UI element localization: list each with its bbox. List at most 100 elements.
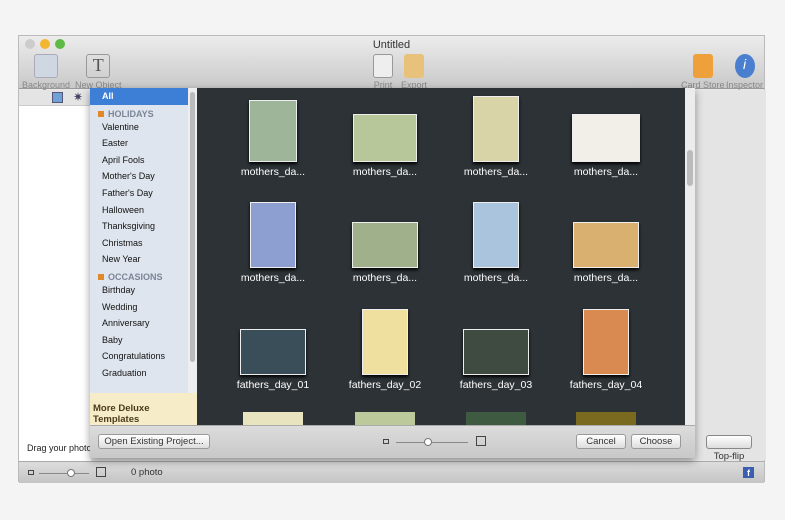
slider-knob[interactable] <box>67 469 75 477</box>
drag-hint: Drag your photos <box>27 443 97 453</box>
category-all[interactable]: All <box>90 88 188 105</box>
category-scrollbar[interactable] <box>188 88 197 393</box>
photo-panel: ✷ <box>19 90 91 462</box>
photo-count: 0 photo <box>131 467 163 478</box>
category-list: All HOLIDAYS Valentine Easter April Fools M… <box>90 88 188 425</box>
category-item[interactable]: Baby <box>90 332 188 349</box>
template-thumbnail[interactable] <box>576 412 636 425</box>
template-label: mothers_da... <box>240 166 306 178</box>
template-card[interactable]: fathers_day_04 <box>551 305 661 391</box>
large-thumb-icon <box>476 436 486 446</box>
category-item[interactable]: Congratulations <box>90 348 188 365</box>
template-thumbnail[interactable] <box>466 412 526 425</box>
template-card[interactable]: mothers_da... <box>330 198 440 284</box>
template-label: mothers_da... <box>240 272 306 284</box>
template-card[interactable]: mothers_da... <box>551 198 661 284</box>
template-label: fathers_day_04 <box>569 379 643 391</box>
window-title: Untitled <box>372 39 411 51</box>
background-label: Background <box>22 80 71 90</box>
template-card[interactable]: fathers_day_03 <box>441 305 551 391</box>
facebook-icon[interactable]: f <box>743 467 754 478</box>
template-chooser-sheet: All HOLIDAYS Valentine Easter April Fools M… <box>90 88 695 458</box>
print-button[interactable]: Print <box>373 54 393 90</box>
template-thumbnail <box>353 114 417 162</box>
category-item[interactable]: New Year <box>90 251 188 268</box>
sheet-footer: Open Existing Project... Cancel Choose <box>90 425 695 458</box>
template-label: mothers_da... <box>463 166 529 178</box>
template-size-slider[interactable] <box>396 442 468 443</box>
more-deluxe-templates[interactable]: More Deluxe Templates <box>90 393 197 425</box>
large-thumb-icon <box>96 467 106 477</box>
occasions-header: OCCASIONS <box>90 272 188 282</box>
category-item[interactable]: Father's Day <box>90 185 188 202</box>
background-icon <box>34 54 59 78</box>
template-thumbnail <box>249 100 297 162</box>
template-thumbnail[interactable] <box>243 412 303 425</box>
template-label: mothers_da... <box>463 272 529 284</box>
inspector-label: Inspector <box>726 80 764 90</box>
template-card[interactable]: mothers_da... <box>218 198 328 284</box>
template-card[interactable]: mothers_da... <box>551 92 661 178</box>
template-label: mothers_da... <box>573 272 639 284</box>
template-label: fathers_day_03 <box>459 379 533 391</box>
inspector-button[interactable]: i Inspector <box>726 54 763 90</box>
template-card[interactable]: fathers_day_02 <box>330 305 440 391</box>
grid-scrollbar[interactable] <box>685 88 695 425</box>
small-thumb-icon <box>28 470 34 475</box>
small-thumb-icon <box>383 439 389 444</box>
choose-button[interactable]: Choose <box>631 434 681 449</box>
template-card[interactable]: fathers_day_01 <box>218 305 328 391</box>
template-label: mothers_da... <box>352 166 418 178</box>
template-thumbnail <box>250 202 296 268</box>
gear-icon[interactable]: ✷ <box>73 90 83 104</box>
category-item[interactable]: Anniversary <box>90 315 188 332</box>
template-card[interactable]: mothers_da... <box>218 92 328 178</box>
template-card[interactable]: mothers_da... <box>441 198 551 284</box>
category-item[interactable]: Mother's Day <box>90 168 188 185</box>
open-existing-project-button[interactable]: Open Existing Project... <box>98 434 210 449</box>
slider-knob[interactable] <box>424 438 432 446</box>
title-toolbar: Untitled Background T New Object Print Ex… <box>19 36 764 90</box>
template-label: mothers_da... <box>573 166 639 178</box>
category-item[interactable]: Halloween <box>90 202 188 219</box>
printer-icon <box>373 54 393 78</box>
template-card[interactable]: mothers_da... <box>441 92 551 178</box>
photo-icon[interactable] <box>52 92 63 103</box>
template-thumbnail <box>573 222 639 268</box>
status-bar: 0 photo f <box>19 461 764 483</box>
cancel-button[interactable]: Cancel <box>576 434 626 449</box>
thumb-size-slider[interactable] <box>39 473 89 474</box>
category-item[interactable]: Graduation <box>90 365 188 382</box>
template-thumbnail <box>473 202 519 268</box>
template-thumbnail <box>240 329 306 375</box>
template-card[interactable]: mothers_da... <box>330 92 440 178</box>
template-thumbnail <box>583 309 629 375</box>
text-object-icon: T <box>86 54 111 78</box>
template-thumbnail <box>473 96 519 162</box>
template-thumbnail[interactable] <box>355 412 415 425</box>
export-icon <box>404 54 424 78</box>
template-grid: mothers_da... mothers_da... mothers_da... m… <box>197 88 685 425</box>
right-panel: Top-flip <box>696 90 766 462</box>
category-item[interactable]: April Fools <box>90 152 188 169</box>
layout-toggle[interactable] <box>706 435 752 449</box>
template-label: fathers_day_02 <box>348 379 422 391</box>
background-button[interactable]: Background <box>22 54 70 90</box>
template-thumbnail <box>572 114 640 162</box>
export-button[interactable]: Export <box>401 54 427 90</box>
template-thumbnail <box>463 329 529 375</box>
holidays-header: HOLIDAYS <box>90 109 188 119</box>
category-item[interactable]: Birthday <box>90 282 188 299</box>
category-item[interactable]: Easter <box>90 135 188 152</box>
info-icon: i <box>734 54 755 78</box>
template-label: fathers_day_01 <box>236 379 310 391</box>
category-item[interactable]: Wedding <box>90 299 188 316</box>
category-item[interactable]: Christmas <box>90 235 188 252</box>
template-label: mothers_da... <box>352 272 418 284</box>
card-store-button[interactable]: Card Store <box>681 54 725 90</box>
template-thumbnail <box>352 222 418 268</box>
new-object-button[interactable]: T New Object <box>75 54 122 90</box>
category-item[interactable]: Valentine <box>90 119 188 136</box>
category-item[interactable]: Thanksgiving <box>90 218 188 235</box>
cart-icon <box>692 54 713 78</box>
